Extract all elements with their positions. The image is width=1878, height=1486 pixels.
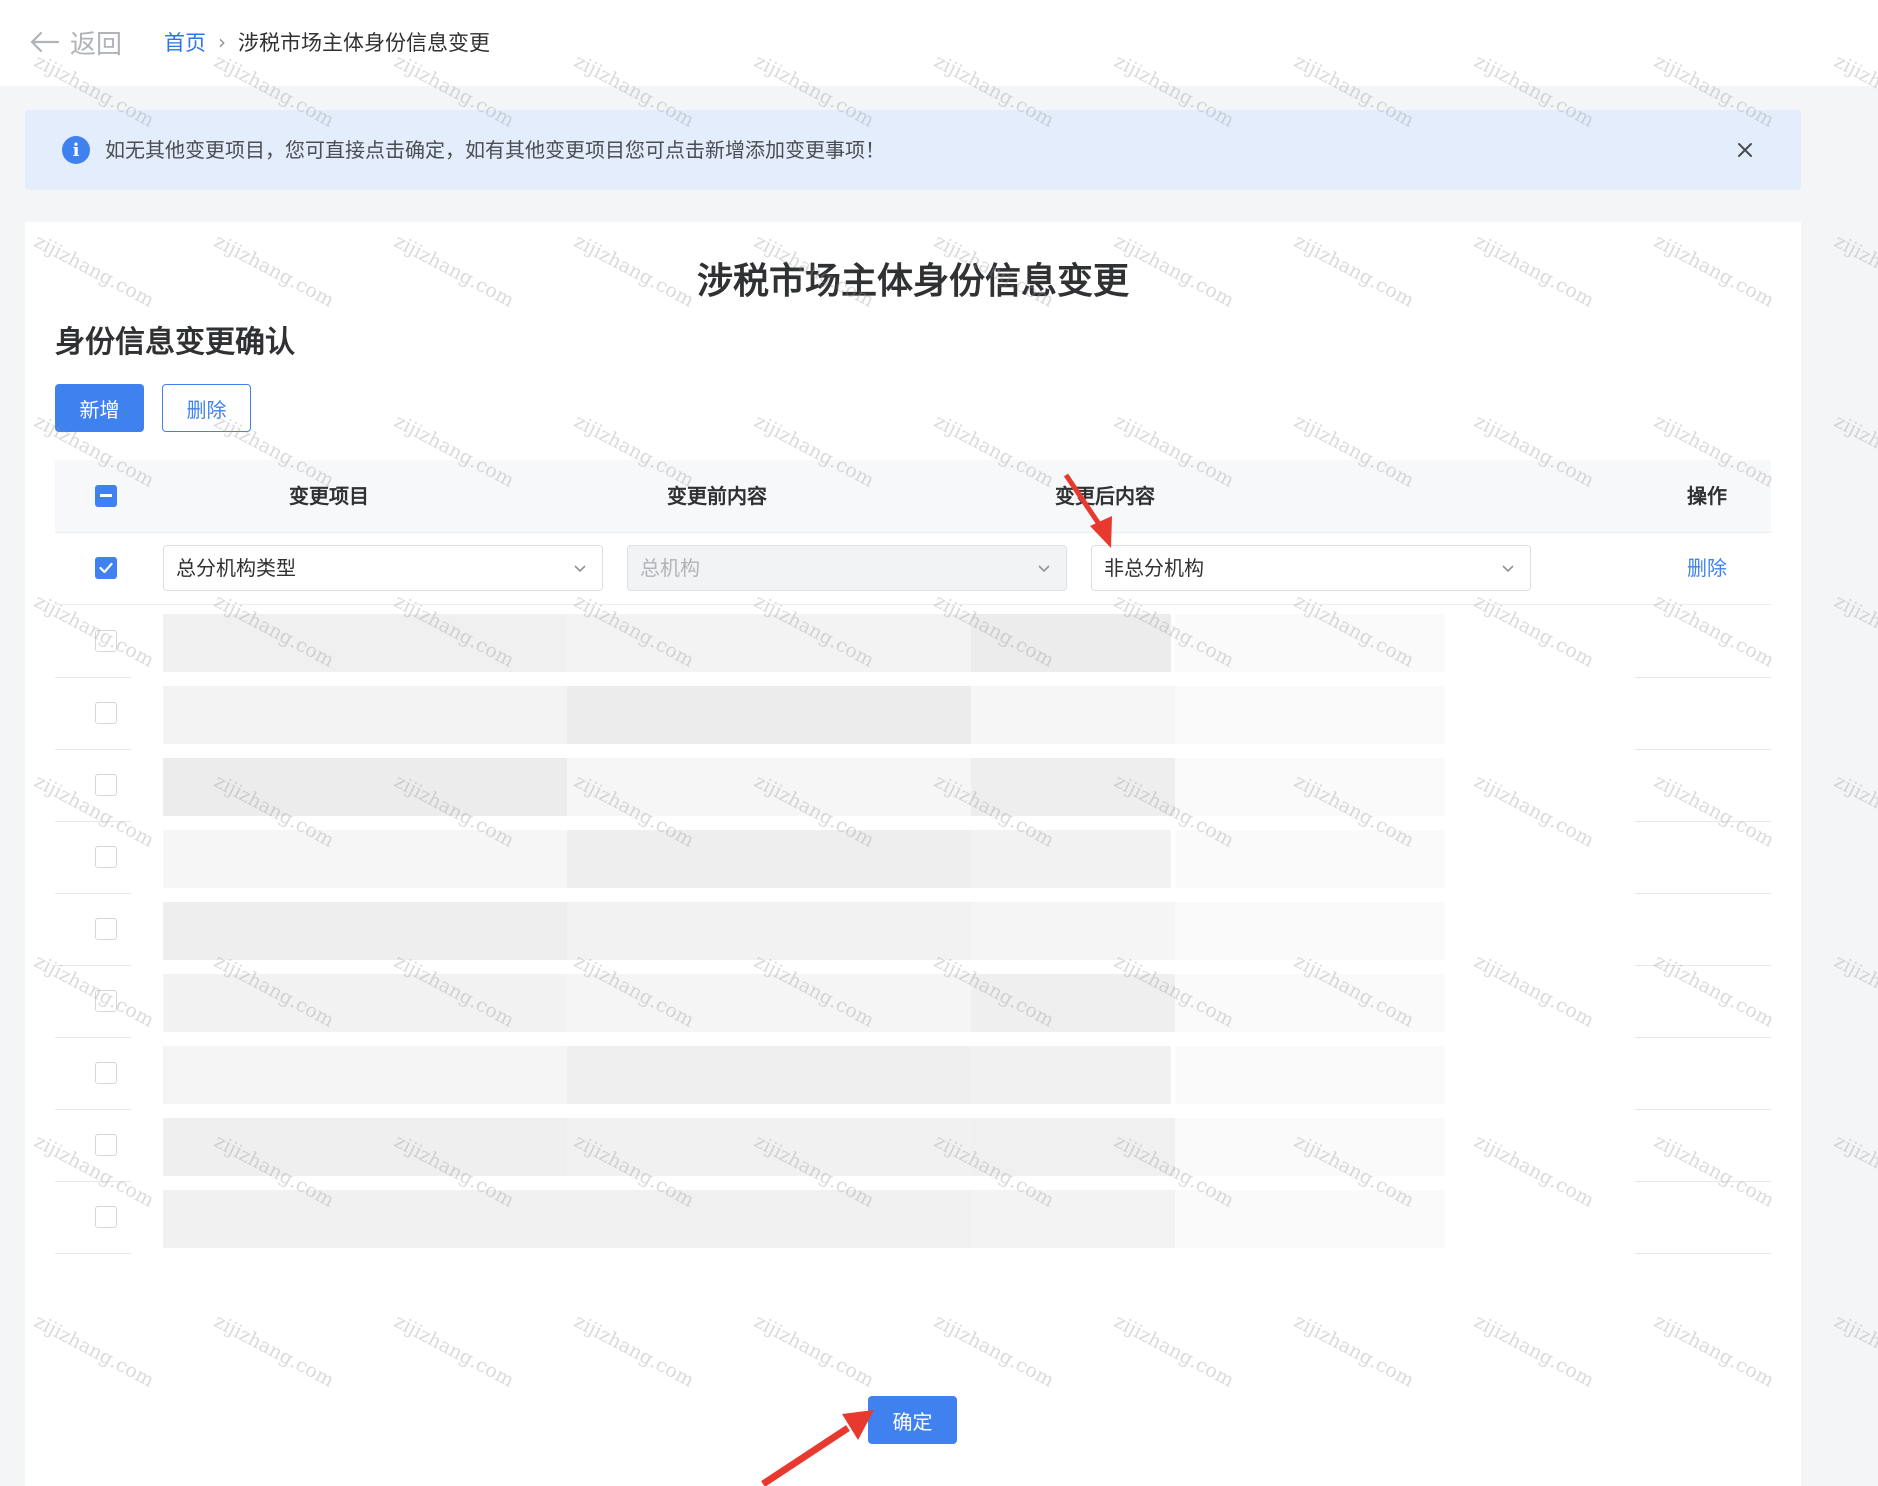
- blurred-row: [55, 966, 1771, 1038]
- info-icon: i: [62, 136, 90, 164]
- before-content-select: 总机构: [627, 545, 1067, 591]
- change-item-value: 总分机构类型: [176, 556, 296, 580]
- table-row: 总分机构类型 总机构 非总分机构 删除: [55, 532, 1771, 605]
- blurred-row: [55, 750, 1771, 822]
- top-bar: 返回 首页 › 涉税市场主体身份信息变更: [0, 0, 1878, 86]
- row-checkbox[interactable]: [95, 846, 117, 868]
- watermark-text: zijizhang.com: [1830, 1310, 1878, 1392]
- blurred-cell: [163, 1190, 611, 1248]
- back-label: 返回: [70, 29, 123, 60]
- row-checkbox[interactable]: [95, 774, 117, 796]
- blurred-cell: [567, 614, 1015, 672]
- chevron-down-icon: [574, 565, 586, 573]
- blurred-cell: [1175, 1118, 1445, 1176]
- blurred-cell: [163, 974, 611, 1032]
- blurred-cell: [971, 1046, 1171, 1104]
- header-change-item: 变更项目: [289, 484, 369, 508]
- blurred-cell: [567, 902, 1015, 960]
- breadcrumb: 首页 › 涉税市场主体身份信息变更: [164, 22, 490, 62]
- blurred-row: [55, 822, 1771, 894]
- row-checkbox[interactable]: [95, 1206, 117, 1228]
- header-after-content: 变更后内容: [1055, 484, 1155, 508]
- alert-text: 如无其他变更项目，您可直接点击确定，如有其他变更项目您可点击新增添加变更事项！: [105, 138, 885, 162]
- before-content-value: 总机构: [640, 556, 700, 580]
- breadcrumb-home-link[interactable]: 首页: [164, 27, 206, 57]
- main-card: 涉税市场主体身份信息变更 身份信息变更确认 新增 删除 变更项目 变更前内容 变…: [25, 222, 1801, 1486]
- blurred-cell: [1175, 686, 1445, 744]
- section-title: 身份信息变更确认: [55, 325, 295, 360]
- blurred-cell: [1175, 830, 1445, 888]
- row-checkbox[interactable]: [95, 702, 117, 724]
- blurred-cell: [1175, 1046, 1445, 1104]
- row-divider: [55, 1253, 131, 1254]
- row-delete-link[interactable]: 删除: [1657, 532, 1757, 604]
- blurred-cell: [567, 830, 1015, 888]
- chevron-down-icon: [1038, 565, 1050, 573]
- arrow-left-icon: [30, 31, 60, 53]
- row-checkbox[interactable]: [95, 557, 117, 579]
- close-icon[interactable]: [1729, 134, 1761, 166]
- after-content-select[interactable]: 非总分机构: [1091, 545, 1531, 591]
- blurred-row: [55, 894, 1771, 966]
- watermark-text: zijizhang.com: [1830, 950, 1878, 1032]
- blurred-cell: [163, 830, 611, 888]
- header-before-content: 变更前内容: [667, 484, 767, 508]
- blurred-cell: [1175, 758, 1445, 816]
- watermark-text: zijizhang.com: [1830, 590, 1878, 672]
- row-checkbox[interactable]: [95, 1062, 117, 1084]
- blurred-cell: [1175, 974, 1445, 1032]
- blurred-cell: [567, 1046, 1015, 1104]
- blurred-cell: [163, 686, 611, 744]
- back-button[interactable]: 返回: [28, 22, 122, 62]
- blurred-cell: [1175, 614, 1445, 672]
- page-title: 涉税市场主体身份信息变更: [696, 261, 1129, 302]
- blurred-row: [55, 678, 1771, 750]
- header-action: 操作: [1687, 484, 1727, 508]
- blurred-cell: [163, 614, 611, 672]
- blurred-row: [55, 606, 1771, 678]
- blurred-cell: [1175, 1190, 1445, 1248]
- blurred-cell: [971, 614, 1171, 672]
- blurred-cell: [163, 758, 611, 816]
- breadcrumb-current: 涉税市场主体身份信息变更: [238, 31, 490, 55]
- blurred-cell: [163, 1046, 611, 1104]
- watermark-text: zijizhang.com: [1830, 770, 1878, 852]
- add-button[interactable]: 新增: [55, 384, 144, 432]
- blurred-cell: [567, 1190, 1015, 1248]
- blurred-row: [55, 1182, 1771, 1254]
- info-alert: i 如无其他变更项目，您可直接点击确定，如有其他变更项目您可点击新增添加变更事项…: [25, 110, 1801, 190]
- blurred-row: [55, 1038, 1771, 1110]
- watermark-text: zijizhang.com: [1830, 230, 1878, 312]
- row-checkbox[interactable]: [95, 990, 117, 1012]
- blurred-cell: [1175, 902, 1445, 960]
- chevron-down-icon: [1502, 565, 1514, 573]
- row-divider: [1635, 1253, 1771, 1254]
- select-all-checkbox[interactable]: [95, 485, 117, 507]
- blurred-cell: [163, 902, 611, 960]
- watermark-text: zijizhang.com: [1830, 410, 1878, 492]
- change-item-select[interactable]: 总分机构类型: [163, 545, 603, 591]
- confirm-button[interactable]: 确定: [868, 1396, 957, 1444]
- watermark-text: zijizhang.com: [1830, 1130, 1878, 1212]
- blurred-cell: [567, 1118, 1015, 1176]
- row-checkbox[interactable]: [95, 1134, 117, 1156]
- row-checkbox[interactable]: [95, 918, 117, 940]
- blurred-cell: [163, 1118, 611, 1176]
- delete-button[interactable]: 删除: [162, 384, 251, 432]
- blurred-row: [55, 1110, 1771, 1182]
- blurred-cell: [567, 974, 1015, 1032]
- after-content-value: 非总分机构: [1104, 556, 1204, 580]
- breadcrumb-separator: ›: [218, 30, 226, 54]
- row-checkbox[interactable]: [95, 630, 117, 652]
- table-header: 变更项目 变更前内容 变更后内容 操作: [55, 460, 1771, 533]
- blurred-cell: [567, 758, 1015, 816]
- blurred-rows: [55, 606, 1771, 1366]
- blurred-cell: [567, 686, 1015, 744]
- blurred-cell: [971, 830, 1171, 888]
